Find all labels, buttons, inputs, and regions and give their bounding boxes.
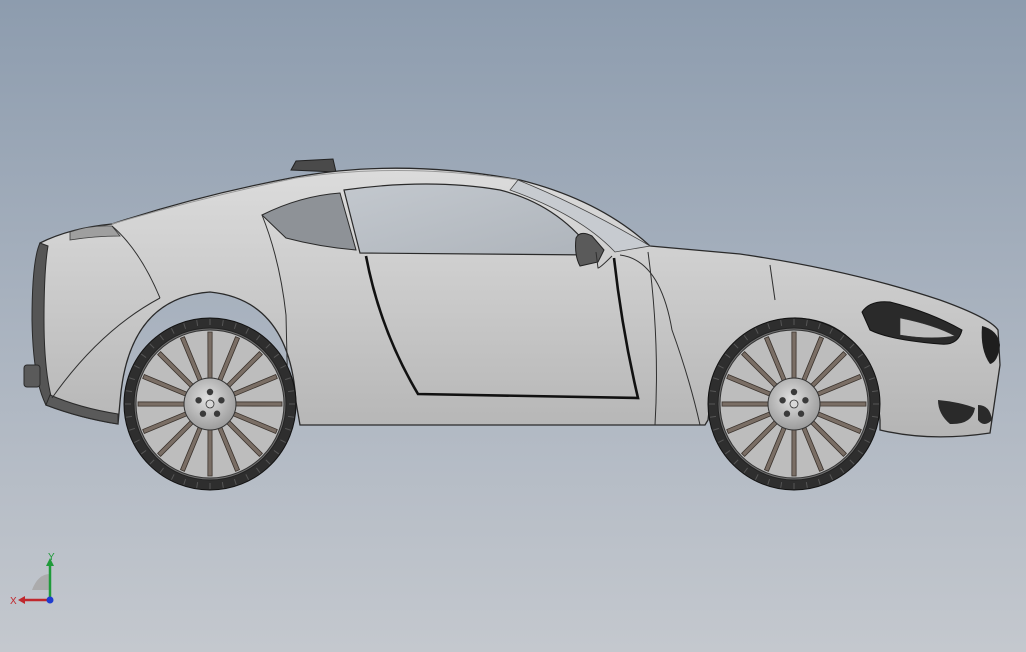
lug-nut — [199, 410, 207, 417]
x-axis-arrow — [18, 596, 50, 604]
lug-nut — [790, 388, 798, 396]
car-model[interactable] — [0, 0, 1026, 652]
lug-nut — [779, 397, 786, 404]
lug-nut — [206, 388, 214, 396]
wheel-spoke — [791, 427, 797, 477]
front-wheel — [707, 317, 881, 491]
center-cap — [205, 399, 215, 409]
exhaust-tip — [23, 364, 41, 388]
wheel-spoke — [207, 427, 213, 477]
lug-nut — [783, 410, 791, 417]
wheel-spoke — [721, 401, 771, 407]
x-axis-label: X — [10, 596, 17, 607]
lug-nut — [802, 397, 809, 404]
lug-nut — [195, 397, 202, 404]
rear-wheel — [123, 317, 297, 491]
wheel-spoke — [791, 331, 797, 381]
y-axis-label: Y — [48, 552, 55, 563]
lug-nut — [797, 410, 805, 417]
lug-nut — [218, 397, 225, 404]
triad-plane — [32, 574, 50, 590]
wheel-spoke — [137, 401, 187, 407]
graphics-viewport[interactable]: Y X — [0, 0, 1026, 652]
z-axis-dot — [46, 596, 54, 604]
roof-block — [290, 158, 337, 173]
wheel-spoke — [207, 331, 213, 381]
orientation-triad[interactable]: Y X — [8, 552, 64, 608]
wheel-spoke — [233, 401, 283, 407]
wheel-spoke — [817, 401, 867, 407]
center-cap — [789, 399, 799, 409]
lug-nut — [213, 410, 221, 417]
